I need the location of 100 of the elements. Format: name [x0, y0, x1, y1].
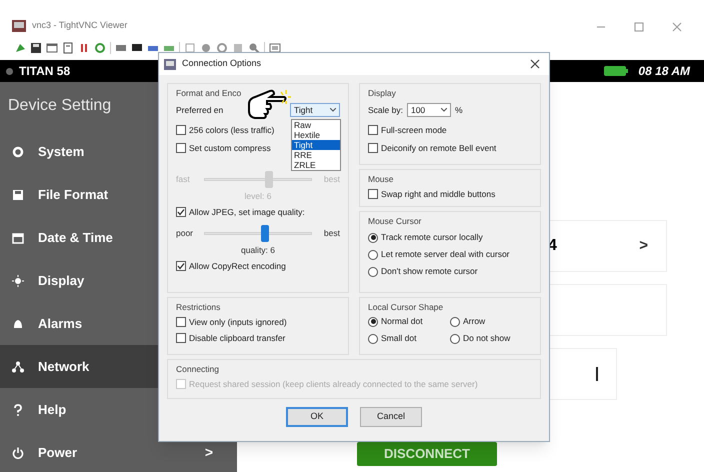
group-heading: Mouse: [368, 173, 394, 186]
app-icon: [164, 58, 176, 70]
radio-label: Don't show remote cursor: [381, 265, 478, 278]
dropdown-option[interactable]: Raw: [292, 120, 340, 130]
dropdown-option[interactable]: RRE: [292, 150, 340, 160]
chevron: >: [204, 443, 213, 462]
radio-button[interactable]: [368, 316, 378, 326]
dialog-button[interactable]: OK: [286, 407, 348, 427]
radio-label: Small dot: [381, 332, 416, 345]
slider-label: best: [322, 226, 340, 240]
checkbox[interactable]: [176, 261, 186, 271]
sidebar-label: Power: [38, 444, 78, 462]
sidebar-item[interactable]: Help: [0, 388, 237, 431]
slider-label: poor: [176, 226, 194, 240]
sidebar-label: Network: [38, 358, 90, 376]
sun-icon: [12, 274, 24, 286]
unit-label: %: [454, 104, 463, 116]
dialog-title: Connection Options: [182, 57, 262, 70]
checkbox[interactable]: [176, 317, 186, 327]
checkbox-label: Full-screen mode: [381, 124, 447, 136]
chevron: >: [639, 236, 648, 256]
radio-button[interactable]: [450, 334, 460, 344]
close-icon[interactable]: [530, 59, 540, 69]
device-name: TITAN 58: [19, 63, 70, 80]
checkbox-label: Allow CopyRect encoding: [189, 260, 286, 272]
maximize-icon: [634, 22, 644, 32]
network-icon: [12, 360, 24, 372]
dropdown-option[interactable]: Tight: [292, 140, 340, 150]
checkbox[interactable]: [176, 143, 186, 153]
checkbox-label: Swap right and middle buttons: [381, 188, 496, 200]
power-icon: [12, 446, 24, 458]
battery-icon: [604, 66, 628, 76]
checkbox-label: Deiconify on remote Bell event: [381, 142, 496, 154]
sidebar-label: File Format: [38, 186, 108, 204]
window-title: vnc3 - TightVNC Viewer: [32, 18, 128, 32]
pause-icon[interactable]: [78, 42, 90, 54]
group-heading: Format and Enco: [176, 87, 242, 100]
window-icon[interactable]: [46, 42, 58, 54]
clock-time: 08 18 AM: [638, 63, 690, 80]
app-icon: [12, 20, 26, 32]
fullscreen-icon[interactable]: [269, 42, 281, 54]
checkbox[interactable]: [176, 207, 186, 217]
checkbox[interactable]: [176, 333, 186, 343]
dialog-button[interactable]: Cancel: [360, 407, 422, 427]
magnifier-icon[interactable]: [248, 42, 260, 54]
question-mark-icon: [12, 404, 24, 416]
encoding-dropdown[interactable]: Tight: [290, 103, 340, 117]
pointing-hand-icon: [248, 90, 286, 119]
slider-label: best: [322, 172, 340, 186]
group-heading: Mouse Cursor: [368, 215, 422, 228]
checkbox[interactable]: [368, 125, 378, 135]
slider-label: fast: [176, 172, 191, 186]
checkbox-label: Disable clipboard transfer: [189, 332, 286, 344]
scale-dropdown[interactable]: 100: [406, 103, 451, 117]
slider-reading: level: 6: [244, 190, 272, 202]
radio-button[interactable]: [368, 232, 378, 242]
radio-label: Normal dot: [381, 315, 423, 328]
slider-reading: quality: 6: [240, 244, 276, 256]
radio-label: Let remote server deal with cursor: [381, 248, 510, 261]
caret-icon: [440, 108, 447, 112]
close-icon: [672, 22, 682, 32]
checkbox-label: View only (inputs ignored): [189, 316, 287, 328]
sidebar-label: Alarms: [38, 314, 82, 333]
bell-icon: [12, 318, 24, 330]
cursor-bar: [596, 367, 598, 381]
floppy-icon[interactable]: [30, 42, 42, 54]
checkbox[interactable]: [176, 125, 186, 135]
checkbox[interactable]: [368, 143, 378, 153]
sidebar-label: Display: [38, 272, 84, 290]
group-heading: Local Cursor Shape: [368, 301, 444, 314]
document-icon[interactable]: [62, 42, 74, 54]
caret-icon: [330, 108, 336, 112]
slider-thumb[interactable]: [261, 224, 270, 242]
radio-button[interactable]: [368, 334, 378, 344]
field-label: Scale by:: [368, 104, 403, 116]
sidebar-label: System: [38, 142, 84, 161]
sidebar-label: Help: [38, 400, 66, 419]
sidebar-item[interactable]: Power >: [0, 431, 237, 472]
status-dot-icon: [6, 68, 13, 74]
field-label: Preferred en: [176, 104, 224, 116]
group-heading: Restrictions: [176, 301, 220, 314]
radio-button[interactable]: [450, 316, 460, 326]
calendar-icon: [12, 232, 24, 244]
radio-label: Arrow: [463, 315, 486, 328]
dropdown-option[interactable]: Hextile: [292, 130, 340, 140]
radio-label: Do not show: [463, 332, 510, 345]
checkbox-label: 256 colors (less traffic): [189, 124, 274, 136]
sidebar-label: Date & Time: [38, 228, 113, 247]
sparkle-icon: [280, 89, 292, 105]
checkbox[interactable]: [368, 189, 378, 199]
dropdown-option[interactable]: ZRLE: [292, 160, 340, 170]
radio-button[interactable]: [368, 266, 378, 276]
group-heading: Connecting: [176, 363, 220, 376]
group-heading: Display: [368, 87, 396, 100]
checkbox-label: Allow JPEG, set image quality:: [189, 206, 305, 218]
radio-label: Track remote cursor locally: [381, 231, 483, 244]
sidebar-heading: Device Setting: [8, 96, 112, 116]
floppy-icon: [12, 188, 24, 200]
radio-button[interactable]: [368, 250, 378, 260]
checkbox-label: Set custom compress: [189, 142, 271, 154]
